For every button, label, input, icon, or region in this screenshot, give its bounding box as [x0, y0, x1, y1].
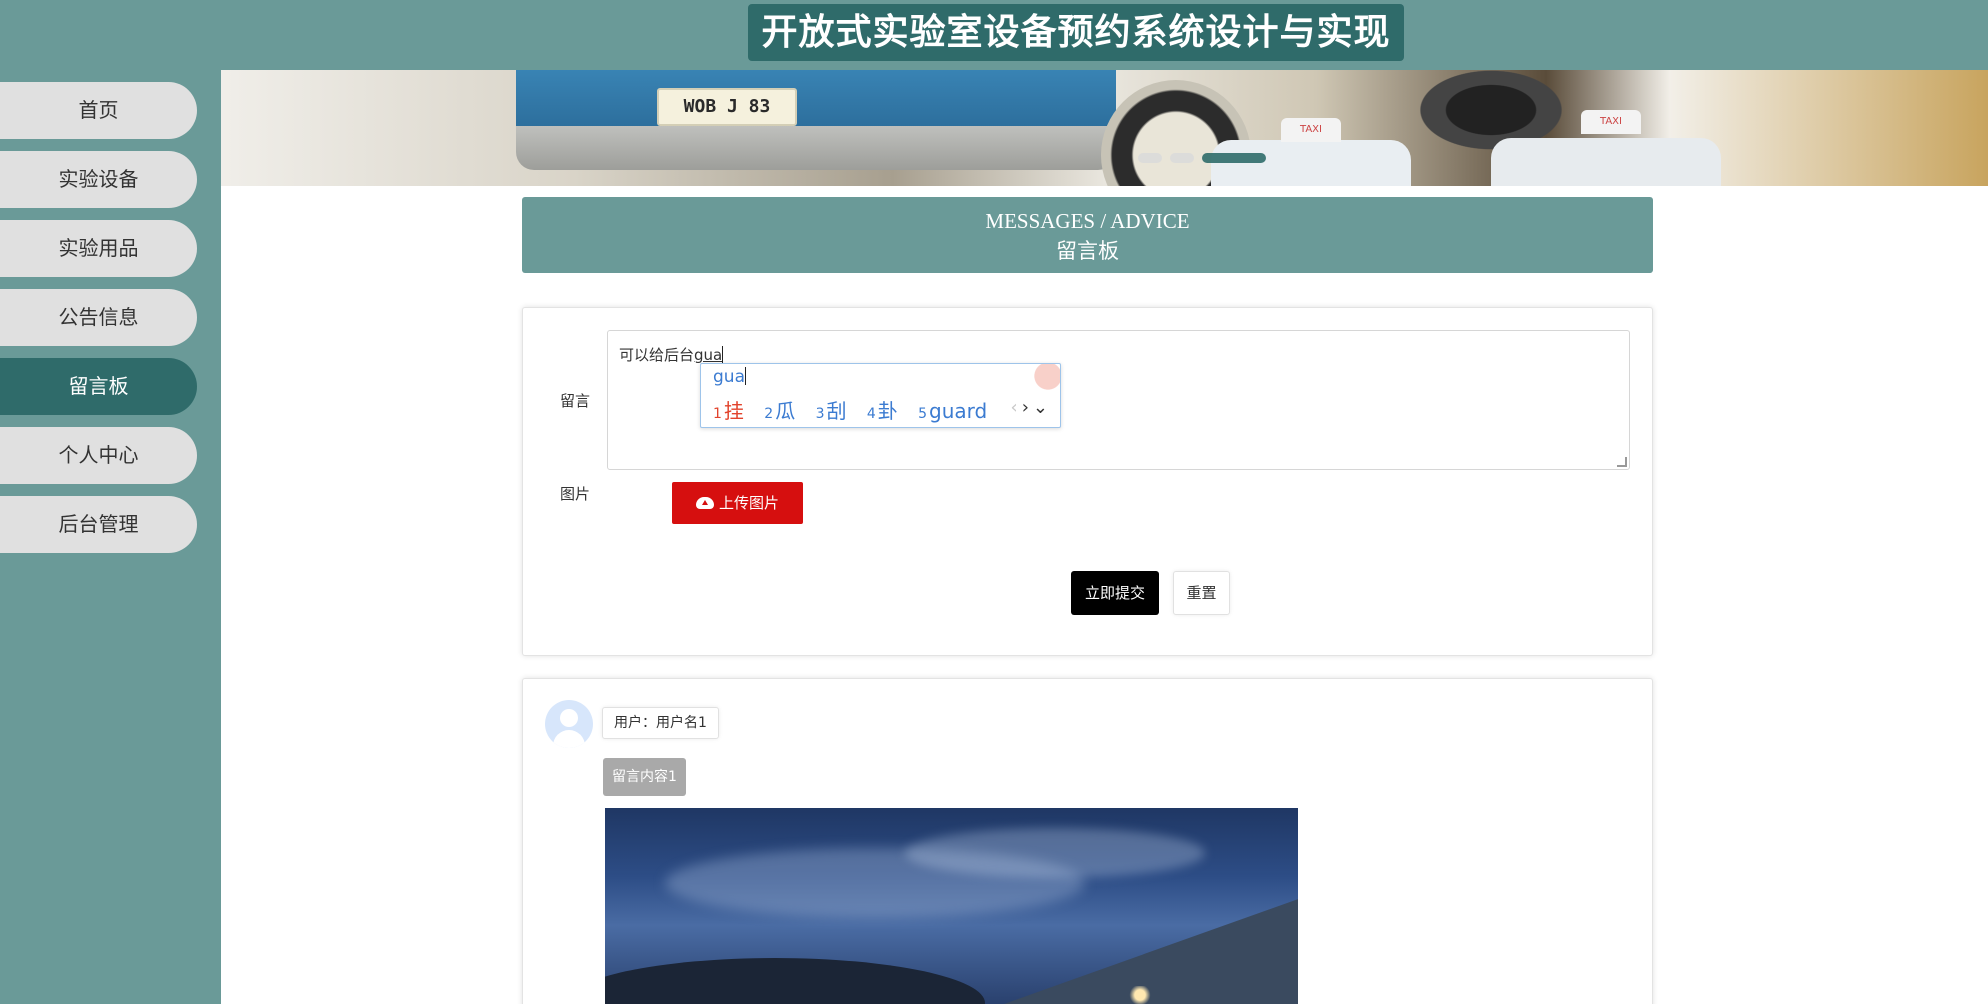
upload-button-label: 上传图片 — [718, 494, 779, 512]
message-composing-text: gua — [694, 346, 723, 364]
message-text: 可以给后台 — [619, 346, 695, 364]
reset-button[interactable]: 重置 — [1173, 571, 1230, 615]
resize-handle[interactable] — [1617, 457, 1627, 467]
banner-taxi — [1211, 140, 1411, 186]
ime-pinyin-input: gua — [713, 367, 746, 387]
message-content: 留言内容1 — [603, 758, 686, 796]
site-title: 开放式实验室设备预约系统设计与实现 — [748, 4, 1404, 61]
ime-logo-icon — [1020, 364, 1060, 394]
banner-taxi — [1491, 138, 1721, 186]
ime-prev-page-icon[interactable]: ‹ — [1011, 397, 1022, 418]
message-image — [605, 808, 1298, 1004]
message-label: 留言 — [560, 392, 591, 410]
sidebar-item-admin[interactable]: 后台管理 — [0, 496, 197, 553]
banner-license-plate: WOB J 83 — [657, 88, 797, 126]
sidebar-item-lab-equipment[interactable]: 实验设备 — [0, 151, 197, 208]
carousel-dot[interactable] — [1170, 153, 1194, 163]
message-user-name: 用户：用户名1 — [602, 707, 719, 739]
ime-candidate[interactable]: 5 guard — [918, 399, 987, 423]
banner-carousel: WOB J 83 TAXI TAXI — [221, 70, 1988, 186]
ime-candidate-window: gua 1挂 2瓜 3刮 4卦 5 guard ‹›⌄ — [700, 363, 1061, 428]
section-title-en: MESSAGES / ADVICE — [985, 209, 1190, 233]
ime-page-nav: ‹›⌄ — [1011, 397, 1053, 418]
carousel-dot-active[interactable] — [1202, 153, 1266, 163]
sidebar-item-message-board[interactable]: 留言板 — [0, 358, 197, 415]
carousel-dot[interactable] — [1138, 153, 1162, 163]
banner-toy-car — [516, 70, 1116, 170]
sidebar-item-home[interactable]: 首页 — [0, 82, 197, 139]
top-header: 开放式实验室设备预约系统设计与实现 — [0, 0, 1988, 70]
sidebar-item-lab-supplies[interactable]: 实验用品 — [0, 220, 197, 277]
ime-next-page-icon[interactable]: › — [1022, 397, 1033, 418]
ime-expand-icon[interactable]: ⌄ — [1033, 397, 1052, 418]
user-avatar-icon — [545, 700, 593, 748]
sidebar-item-personal-center[interactable]: 个人中心 — [0, 427, 197, 484]
section-title-cn: 留言板 — [1056, 239, 1119, 263]
banner-taxi-sign: TAXI — [1581, 110, 1641, 134]
image-label: 图片 — [560, 485, 591, 503]
sidebar-nav: 首页 实验设备 实验用品 公告信息 留言板 个人中心 后台管理 — [0, 70, 221, 1004]
sidebar-item-announcements[interactable]: 公告信息 — [0, 289, 197, 346]
upload-image-button[interactable]: 上传图片 — [672, 482, 803, 524]
banner-taxi-sign: TAXI — [1281, 118, 1341, 142]
ime-candidate[interactable]: 2瓜 — [764, 395, 795, 424]
section-header: MESSAGES / ADVICE 留言板 — [522, 197, 1653, 273]
ime-candidate[interactable]: 4卦 — [867, 395, 898, 424]
cloud-upload-icon — [695, 497, 714, 509]
submit-button[interactable]: 立即提交 — [1071, 571, 1159, 615]
ime-candidate[interactable]: 3刮 — [816, 395, 847, 424]
ime-candidates: 1挂 2瓜 3刮 4卦 5 guard — [713, 395, 1001, 424]
ime-candidate[interactable]: 1挂 — [713, 395, 744, 424]
text-caret — [722, 346, 724, 363]
